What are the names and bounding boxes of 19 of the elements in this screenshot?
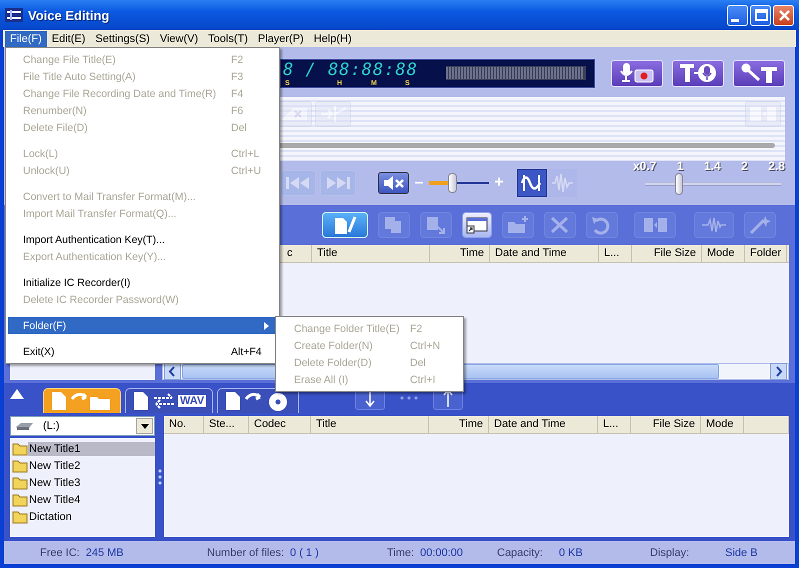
status-value: Side B	[725, 546, 758, 558]
status-label: Time:	[387, 546, 414, 558]
status-label: Number of files:	[207, 546, 284, 558]
volume-plus-label: +	[493, 174, 505, 192]
speed-label: 1	[676, 159, 684, 173]
volume-minus-label: –	[414, 174, 424, 192]
status-value: 0 KB	[558, 546, 583, 558]
speed-label: 1.4	[704, 159, 721, 173]
speed-label: 2	[741, 159, 748, 173]
time-counter: 8 / 88:88:88	[283, 60, 418, 80]
status-label: Display:	[650, 546, 690, 558]
window-title: Voice Editing	[28, 8, 110, 22]
speed-label: 2.8	[768, 159, 785, 173]
status-value: 245 MB	[86, 546, 124, 558]
status-label: Free IC:	[40, 546, 80, 558]
status-value: 00:00:00	[420, 546, 463, 558]
speed-label: x0.7	[633, 159, 656, 173]
status-value: 0 ( 1 )	[290, 546, 319, 558]
status-label: Capacity:	[497, 546, 543, 558]
